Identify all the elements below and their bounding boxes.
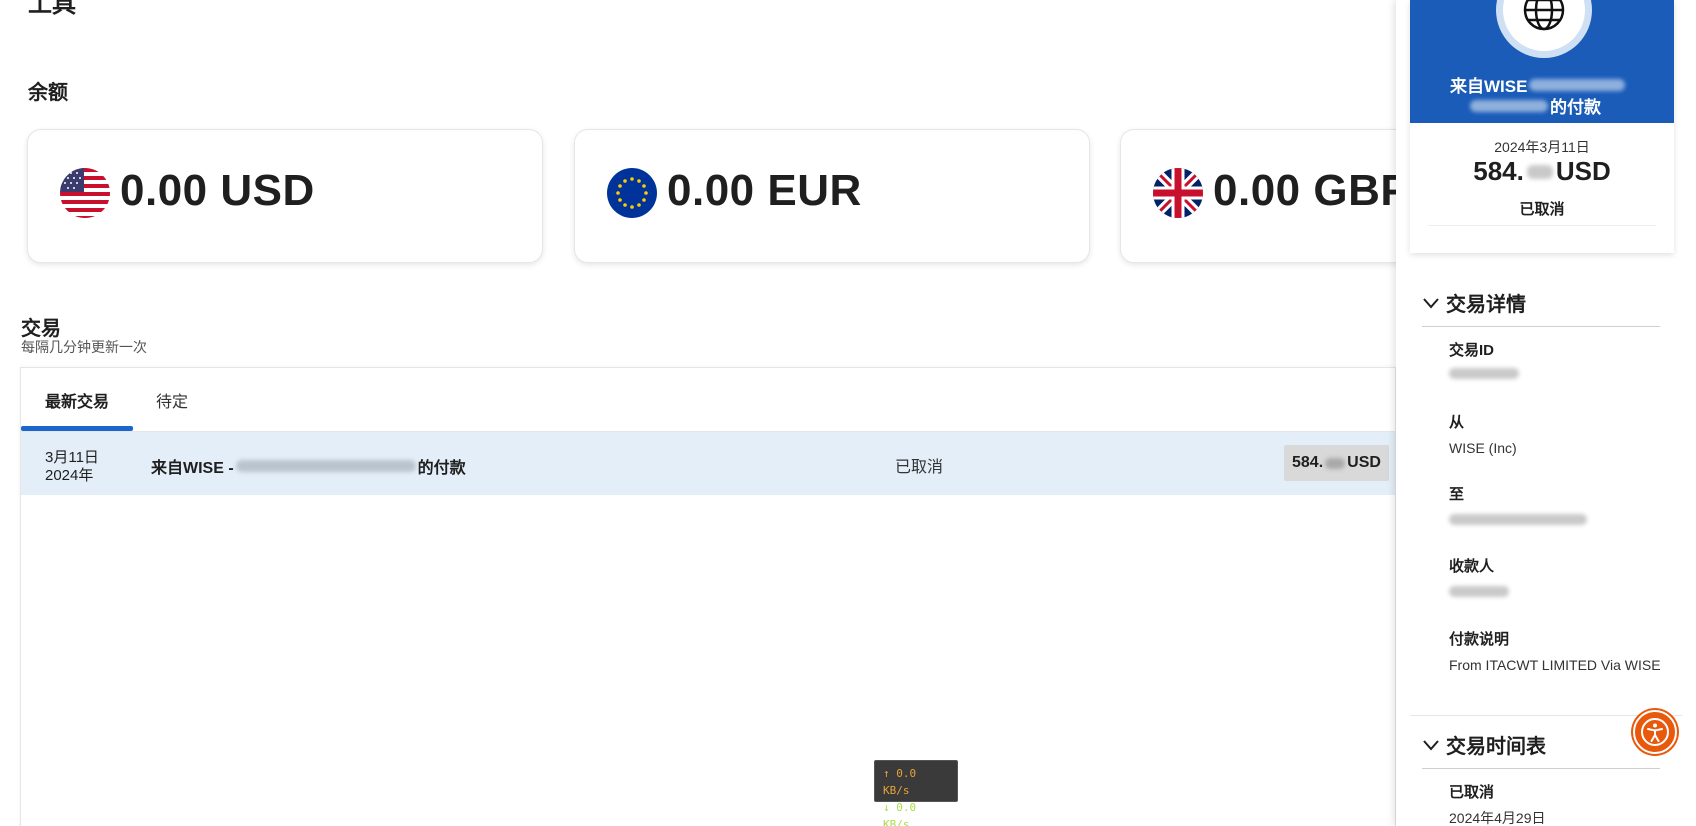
- balances-heading: 余额: [28, 82, 68, 104]
- memo-label: 付款说明: [1449, 631, 1510, 648]
- transaction-status: 已取消: [895, 459, 944, 476]
- transaction-date-year: 2024年: [45, 467, 94, 484]
- redacted-text: [1449, 586, 1509, 597]
- transaction-amount: 584. USD: [1284, 445, 1389, 481]
- uk-flag-icon: [1153, 168, 1203, 218]
- summary-title-line2: 的付款: [1468, 93, 1601, 118]
- payee-label: 收款人: [1449, 558, 1495, 575]
- transaction-id-label: 交易ID: [1449, 342, 1495, 359]
- redacted-text: [1325, 457, 1346, 469]
- payee-value: [1449, 584, 1509, 600]
- divider: [1428, 225, 1656, 226]
- divider: [1422, 768, 1660, 769]
- summary-amount-prefix: 584.: [1473, 156, 1524, 186]
- balance-card-eur[interactable]: 0.00 EUR: [574, 129, 1090, 263]
- from-value: WISE (Inc): [1449, 440, 1517, 456]
- active-tab-indicator: [21, 426, 133, 431]
- transaction-detail-panel: 来自WISE 的付款 2024年3月11日 584. USD 已取消 交易详情 …: [1396, 0, 1696, 826]
- upload-speed: ↑ 0.0 KB/s: [883, 767, 917, 797]
- transaction-details-heading: 交易详情: [1446, 294, 1526, 316]
- tab-latest-transactions[interactable]: 最新交易: [45, 388, 109, 412]
- summary-title-suffix: 的付款: [1550, 98, 1601, 117]
- transaction-timeline-toggle[interactable]: 交易时间表: [1422, 730, 1546, 759]
- transactions-panel: 最新交易 待定 3月11日 2024年 来自WISE - 的付款 已取消 584…: [20, 367, 1396, 826]
- balance-card-gbp[interactable]: 0.00 GBP: [1120, 129, 1396, 263]
- summary-amount: 584. USD: [1410, 156, 1674, 187]
- to-value: [1449, 512, 1587, 528]
- redacted-text: [1470, 99, 1548, 112]
- redacted-text: [1449, 368, 1519, 379]
- transaction-summary-card: 来自WISE 的付款 2024年3月11日 584. USD 已取消: [1410, 0, 1674, 253]
- transaction-desc-suffix: 的付款: [417, 460, 466, 477]
- summary-date: 2024年3月11日: [1494, 139, 1590, 155]
- transaction-amount-currency: USD: [1347, 454, 1381, 471]
- timeline-date: 2024年4月29日: [1449, 810, 1546, 826]
- summary-status: 已取消: [1519, 201, 1565, 218]
- download-speed: ↓ 0.0 KB/s: [883, 801, 917, 826]
- redacted-text: [1526, 164, 1553, 179]
- chevron-down-icon: [1423, 297, 1439, 309]
- balance-card-usd[interactable]: 0.00 USD: [27, 129, 543, 263]
- network-speed-widget: ↑ 0.0 KB/s ↓ 0.0 KB/s: [874, 760, 958, 826]
- accessibility-icon: [1641, 718, 1669, 746]
- us-flag-icon: [60, 168, 110, 218]
- transaction-id-value: [1449, 366, 1519, 382]
- chevron-down-icon: [1423, 739, 1439, 751]
- eu-flag-icon: [607, 168, 657, 218]
- transactions-subtitle: 每隔几分钟更新一次: [21, 339, 147, 355]
- timeline-status: 已取消: [1449, 784, 1495, 801]
- table-row[interactable]: 3月11日 2024年 来自WISE - 的付款 已取消 584. USD: [21, 432, 1395, 495]
- divider: [1422, 326, 1660, 327]
- transaction-details-toggle[interactable]: 交易详情: [1422, 288, 1526, 317]
- memo-value: From ITACWT LIMITED Via WISE: [1449, 657, 1661, 673]
- redacted-text: [235, 460, 416, 472]
- transactions-tabs: 最新交易 待定: [21, 368, 1395, 432]
- transaction-description: 来自WISE - 的付款: [151, 454, 466, 478]
- accessibility-button[interactable]: [1633, 710, 1677, 754]
- summary-banner: 来自WISE 的付款: [1410, 0, 1674, 123]
- page-title: 工具: [28, 0, 76, 18]
- redacted-text: [1529, 78, 1626, 91]
- tab-pending[interactable]: 待定: [156, 388, 188, 412]
- globe-icon: [1496, 0, 1592, 58]
- balance-amount-eur: 0.00 EUR: [667, 166, 862, 215]
- to-label: 至: [1449, 486, 1465, 503]
- from-label: 从: [1449, 414, 1465, 431]
- balance-amount-usd: 0.00 USD: [120, 166, 315, 215]
- transaction-amount-prefix: 584.: [1292, 454, 1324, 471]
- summary-amount-currency: USD: [1555, 156, 1611, 186]
- main-content: 工具 余额 0.00 USD 0.00 EUR 0.00 GBP 交易 每隔几分…: [0, 0, 1396, 826]
- redacted-text: [1449, 514, 1587, 525]
- transaction-timeline-heading: 交易时间表: [1446, 736, 1546, 758]
- balance-amount-gbp: 0.00 GBP: [1213, 166, 1396, 215]
- transaction-desc-prefix: 来自WISE -: [151, 460, 234, 477]
